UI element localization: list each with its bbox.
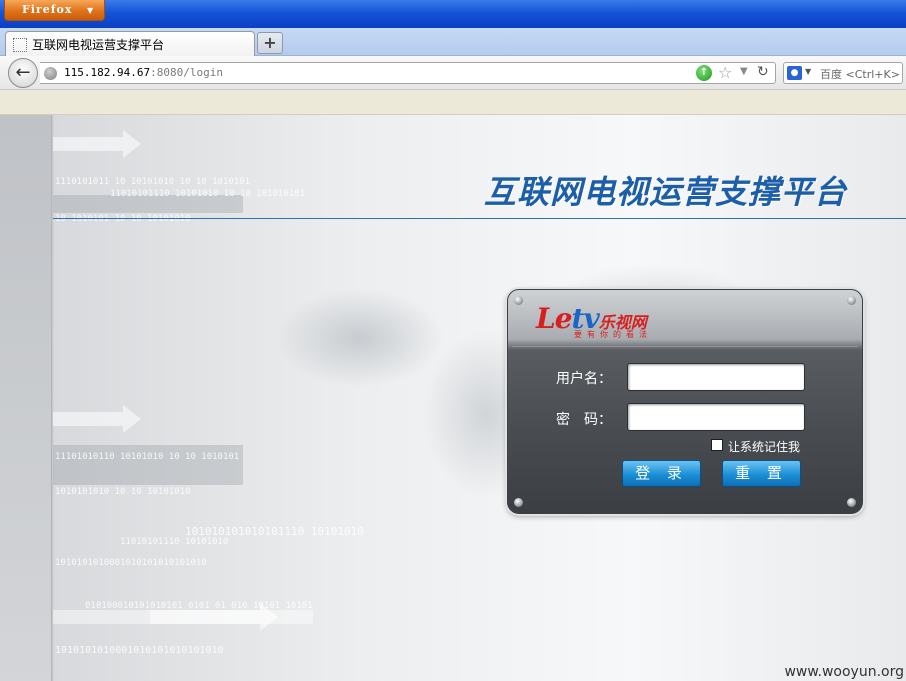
binary-text: 010100010101010101 0101 01 010 10101 101… bbox=[85, 601, 313, 611]
search-input[interactable]: 百度 <Ctrl+K> bbox=[820, 66, 900, 82]
remember-me-label[interactable]: 让系统记住我 bbox=[728, 438, 800, 455]
tab-strip: 互联网电视运营支撑平台 + bbox=[0, 28, 906, 57]
go-arrow-icon[interactable]: ↑ bbox=[696, 65, 712, 81]
decor-band bbox=[53, 445, 243, 485]
url-bar[interactable]: 115.182.94.67:8080/login ↑ ☆ ▼ ↻ bbox=[40, 62, 776, 84]
globe-icon bbox=[44, 67, 57, 80]
chevron-down-icon: ▼ bbox=[87, 5, 95, 15]
login-panel: Letv乐视网 要有你的看法 用户名： 密 码： 让系统记住我 登 录 重 置 bbox=[507, 289, 863, 514]
binary-text: 1110101011 10 10101010 10 10 1010101 bbox=[55, 177, 251, 187]
screw-icon bbox=[514, 296, 523, 305]
page-favicon-icon bbox=[13, 38, 27, 52]
login-page: 1110101011 10 10101010 10 10 1010101 110… bbox=[0, 115, 906, 681]
url-text[interactable]: 115.182.94.67:8080/login bbox=[64, 66, 223, 79]
page-title: 互联网电视运营支撑平台 bbox=[484, 173, 848, 211]
username-input[interactable] bbox=[627, 363, 805, 391]
history-dropdown-icon[interactable]: ▼ bbox=[740, 66, 748, 77]
navigation-toolbar: ← 115.182.94.67:8080/login ↑ ☆ ▼ ↻ ● ▼ 百… bbox=[0, 56, 906, 90]
panel-divider bbox=[512, 346, 858, 347]
bookmark-star-icon[interactable]: ☆ bbox=[718, 63, 732, 82]
remember-me-checkbox[interactable] bbox=[711, 439, 723, 451]
decor-arrow-icon bbox=[53, 130, 141, 158]
login-button[interactable]: 登 录 bbox=[622, 460, 701, 487]
back-arrow-icon: ← bbox=[15, 62, 31, 83]
binary-text: 11101010110 10101010 10 10 1010101 bbox=[55, 452, 240, 462]
url-host: 115.182.94.67 bbox=[64, 66, 151, 79]
binary-text: 1010101010001010101010101010 bbox=[55, 645, 224, 656]
search-box[interactable]: ● ▼ 百度 <Ctrl+K> bbox=[783, 62, 903, 84]
logo-slogan: 要有你的看法 bbox=[574, 330, 652, 339]
back-button[interactable]: ← bbox=[8, 58, 38, 88]
search-engine-dropdown-icon[interactable]: ▼ bbox=[805, 67, 811, 76]
password-label: 密 码： bbox=[556, 412, 612, 428]
firefox-menu-button[interactable]: Firefox ▼ bbox=[4, 0, 105, 21]
decor-arrow-icon bbox=[53, 405, 141, 433]
bookmarks-toolbar bbox=[0, 91, 906, 115]
password-input[interactable] bbox=[627, 403, 805, 431]
url-path: :8080/login bbox=[150, 66, 223, 79]
binary-text: 11010101110 10101010 bbox=[120, 537, 229, 547]
tab-title: 互联网电视运营支撑平台 bbox=[32, 38, 165, 52]
screw-icon bbox=[847, 296, 856, 305]
binary-text: 1010101010001010101010101010 bbox=[55, 558, 207, 568]
decor-arrow-icon bbox=[150, 603, 278, 631]
title-underline bbox=[53, 218, 906, 219]
binary-text: 1010101010 10 10 10101010 bbox=[55, 487, 191, 497]
left-decor-strip bbox=[0, 115, 52, 681]
logo-le: Le bbox=[536, 302, 573, 335]
letv-logo: Letv乐视网 要有你的看法 bbox=[536, 302, 676, 339]
binary-text: 11010101110 10101010 10 10 101010101 bbox=[110, 189, 306, 199]
username-label: 用户名： bbox=[556, 371, 612, 387]
screw-icon bbox=[514, 498, 523, 507]
firefox-menu-label: Firefox bbox=[22, 3, 73, 16]
screw-icon bbox=[847, 498, 856, 507]
new-tab-button[interactable]: + bbox=[257, 32, 283, 54]
browser-tab[interactable]: 互联网电视运营支撑平台 bbox=[5, 31, 255, 57]
reload-icon[interactable]: ↻ bbox=[757, 64, 769, 80]
watermark: www.wooyun.org bbox=[784, 664, 904, 680]
browser-title-bar: Firefox ▼ bbox=[0, 0, 906, 28]
baidu-paw-icon[interactable]: ● bbox=[787, 66, 802, 80]
binary-text: 10 1010101 10 10 10101010 bbox=[55, 214, 191, 224]
reset-button[interactable]: 重 置 bbox=[722, 460, 801, 487]
